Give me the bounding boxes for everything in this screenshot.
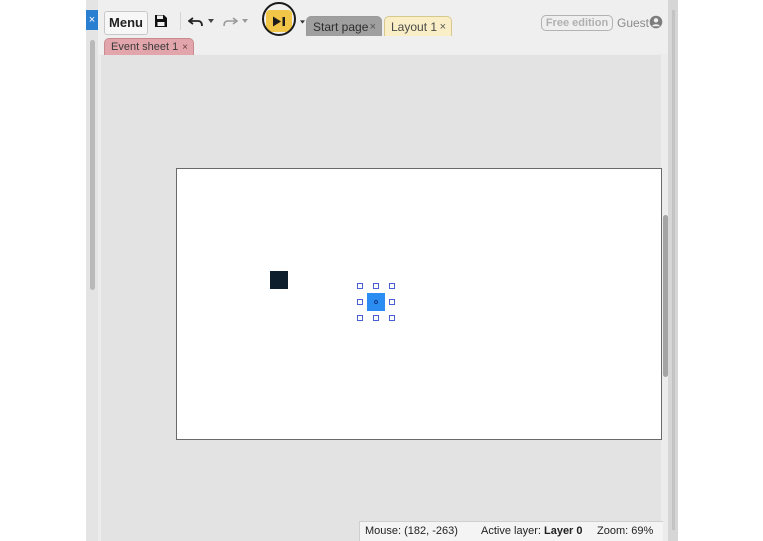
menu-button[interactable]: Menu bbox=[104, 11, 148, 35]
resize-handle-left[interactable] bbox=[357, 299, 363, 305]
tab-label: Event sheet 1 bbox=[111, 41, 179, 53]
undo-dropdown-icon[interactable] bbox=[208, 19, 214, 23]
active-layer: Active layer: Layer 0 bbox=[481, 522, 583, 541]
zoom-value: 69% bbox=[631, 525, 654, 537]
tab-close-icon[interactable]: × bbox=[182, 39, 188, 56]
resize-handle-right[interactable] bbox=[389, 299, 395, 305]
user-avatar-icon[interactable] bbox=[649, 15, 663, 29]
floppy-disk-icon[interactable] bbox=[154, 14, 168, 28]
right-panel-edge bbox=[668, 0, 678, 541]
tab-event-sheet-1[interactable]: Event sheet 1 × bbox=[104, 38, 194, 55]
preview-dropdown-icon[interactable] bbox=[300, 20, 305, 24]
undo-arrow-icon[interactable] bbox=[188, 16, 204, 28]
resize-handle-bottom-right[interactable] bbox=[389, 315, 395, 321]
toolbar-separator bbox=[180, 12, 181, 30]
mouse-label: Mouse: bbox=[365, 525, 402, 537]
zoom-label: Zoom: bbox=[597, 525, 629, 537]
resize-handle-bottom[interactable] bbox=[373, 315, 379, 321]
right-edge-scrollbar[interactable] bbox=[672, 10, 675, 530]
redo-dropdown-icon[interactable] bbox=[242, 19, 248, 23]
mouse-value: (182, -263) bbox=[404, 525, 458, 537]
layer-label: Active layer: bbox=[481, 525, 541, 537]
left-scrollbar[interactable] bbox=[90, 40, 95, 290]
tab-label: Layout 1 bbox=[391, 20, 438, 34]
mouse-position: Mouse: (182, -263) bbox=[365, 522, 458, 541]
tab-layout-1[interactable]: Layout 1 × bbox=[384, 16, 452, 36]
resize-handle-top-left[interactable] bbox=[357, 283, 363, 289]
tab-start-page[interactable]: Start page × bbox=[306, 16, 382, 36]
origin-point-icon bbox=[374, 300, 378, 304]
edition-badge[interactable]: Free edition bbox=[541, 15, 613, 31]
resize-handle-top[interactable] bbox=[373, 283, 379, 289]
panel-close-button[interactable]: × bbox=[86, 10, 98, 30]
tab-label: Start page bbox=[313, 20, 369, 34]
redo-arrow-icon[interactable] bbox=[222, 16, 238, 28]
tab-close-icon[interactable]: × bbox=[440, 17, 446, 37]
tab-close-icon[interactable]: × bbox=[370, 17, 376, 37]
resize-handle-top-right[interactable] bbox=[389, 283, 395, 289]
highlight-circle bbox=[262, 2, 296, 36]
layout-canvas[interactable] bbox=[176, 168, 662, 440]
dark-sprite-object[interactable] bbox=[270, 271, 288, 289]
user-name[interactable]: Guest bbox=[617, 16, 649, 30]
zoom-level: Zoom: 69% bbox=[597, 522, 653, 541]
layer-value: Layer 0 bbox=[543, 525, 583, 537]
resize-handle-bottom-left[interactable] bbox=[357, 315, 363, 321]
main-toolbar: Menu Start page × Layout 1 × Free editio… bbox=[98, 0, 678, 40]
status-bar: Mouse: (182, -263) Active layer: Layer 0… bbox=[359, 521, 663, 541]
